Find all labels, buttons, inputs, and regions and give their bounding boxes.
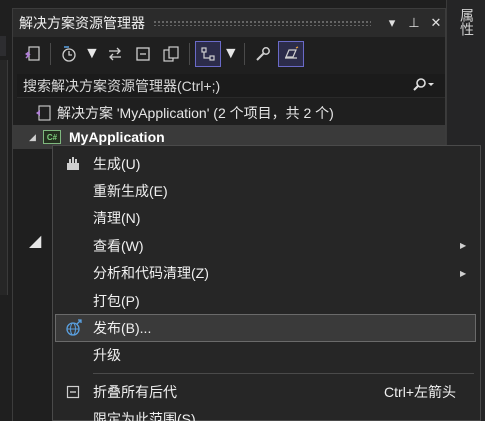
- menu-item-label: 升级: [93, 347, 121, 364]
- properties-wrench-icon[interactable]: [250, 41, 276, 67]
- sync-icon[interactable]: [102, 41, 128, 67]
- toolbar-separator: [50, 43, 51, 65]
- menu-separator: [93, 373, 474, 375]
- menu-item-publish[interactable]: 发布(B)...: [55, 314, 476, 342]
- solution-tree: 解决方案 'MyApplication' (2 个项目，共 2 个) ◢ C# …: [13, 101, 445, 250]
- menu-item-label: 重新生成(E): [93, 183, 168, 200]
- submenu-arrow-icon: ▶: [460, 268, 467, 278]
- menu-item-pack[interactable]: 打包(P): [53, 287, 480, 314]
- menu-item-view[interactable]: 查看(W) ▶: [53, 232, 480, 259]
- panel-titlebar[interactable]: 解决方案资源管理器 ▾ ⊥ ✕: [13, 9, 445, 37]
- submenu-arrow-icon: ▶: [460, 241, 467, 251]
- menu-item-shortcut: Ctrl+左箭头: [384, 383, 456, 400]
- properties-tab-label: 属性: [459, 8, 475, 36]
- context-menu: 生成(U) 重新生成(E) 清理(N) 查看(W) ▶ 分析和代码清理(Z) ▶…: [52, 145, 481, 421]
- build-icon: [53, 156, 93, 172]
- menu-item-label: 发布(B)...: [93, 320, 152, 337]
- tree-row-solution[interactable]: 解决方案 'MyApplication' (2 个项目，共 2 个): [13, 101, 445, 125]
- search-icon[interactable]: [413, 77, 435, 95]
- window-position-button[interactable]: ▾: [383, 15, 401, 31]
- history-icon[interactable]: [56, 41, 82, 67]
- editor-area-edge: [0, 60, 8, 295]
- menu-item-label: 折叠所有后代: [93, 383, 177, 400]
- vs-switch-views-icon[interactable]: [19, 41, 45, 67]
- expand-caret-icon[interactable]: ◢: [29, 132, 43, 143]
- editor-bottom-edge: [0, 303, 8, 421]
- editor-left-strip: [0, 0, 12, 421]
- expand-caret-icon[interactable]: ◢: [29, 231, 41, 251]
- explorer-toolbar: ▼ ▼: [13, 37, 445, 71]
- menu-item-label: 打包(P): [93, 292, 140, 309]
- menu-item-scope-to-this[interactable]: 限定为此范围(S): [53, 406, 480, 421]
- menu-item-analyze[interactable]: 分析和代码清理(Z) ▶: [53, 260, 480, 287]
- panel-title: 解决方案资源管理器: [19, 15, 145, 31]
- menu-item-label: 限定为此范围(S): [93, 411, 196, 421]
- drag-grip[interactable]: [153, 20, 371, 26]
- preview-icon[interactable]: [277, 41, 304, 67]
- solution-icon: [35, 105, 51, 121]
- filter-icon[interactable]: [194, 41, 221, 67]
- auto-hide-pin-button[interactable]: ⊥: [405, 15, 423, 31]
- chevron-down-icon[interactable]: ▼: [84, 45, 100, 63]
- menu-item-label: 分析和代码清理(Z): [93, 265, 209, 282]
- publish-globe-icon: [55, 319, 93, 337]
- chevron-down-icon[interactable]: ▼: [223, 45, 239, 63]
- show-all-files-icon[interactable]: [158, 41, 184, 67]
- close-panel-button[interactable]: ✕: [427, 15, 445, 31]
- project-label: MyApplication: [69, 129, 165, 145]
- menu-item-label: 查看(W): [93, 237, 144, 254]
- menu-item-label: 生成(U): [93, 155, 141, 172]
- menu-item-collapse-descendants[interactable]: 折叠所有后代 Ctrl+左箭头: [53, 378, 480, 405]
- solution-label: 解决方案 'MyApplication' (2 个项目，共 2 个): [57, 105, 334, 121]
- csharp-project-icon: C#: [43, 130, 61, 144]
- menu-item-clean[interactable]: 清理(N): [53, 205, 480, 232]
- search-box[interactable]: 搜索解决方案资源管理器(Ctrl+;): [17, 74, 445, 98]
- collapse-descendants-icon: [53, 385, 93, 399]
- menu-item-build[interactable]: 生成(U): [53, 150, 480, 177]
- search-input[interactable]: 搜索解决方案资源管理器(Ctrl+;): [23, 76, 413, 96]
- menu-item-rebuild[interactable]: 重新生成(E): [53, 177, 480, 204]
- collapse-all-icon[interactable]: [130, 41, 156, 67]
- toolbar-separator: [188, 43, 190, 65]
- menu-item-label: 清理(N): [93, 210, 141, 227]
- editor-tab-edge[interactable]: [0, 36, 6, 56]
- toolbar-separator: [243, 43, 245, 65]
- menu-item-upgrade[interactable]: 升级: [53, 342, 480, 369]
